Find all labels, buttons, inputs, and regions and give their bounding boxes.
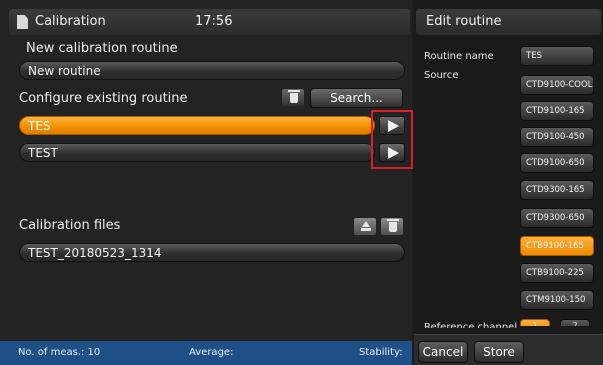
panel-title: Calibration — [35, 14, 106, 29]
source-option[interactable]: CTD9100-165 — [520, 101, 594, 121]
routine-name-field[interactable]: TES — [520, 46, 594, 66]
action-bar: 1 2 Cancel Store — [414, 319, 603, 365]
meas-count: No. of meas.: 10 — [18, 347, 101, 358]
edit-routine-panel: Edit routine Routine name TES Source CTD… — [414, 0, 603, 365]
source-option[interactable]: CTD9300-165 — [520, 180, 594, 200]
clock-time: 17:56 — [195, 14, 233, 29]
source-option[interactable]: CTD9100-650 — [520, 153, 594, 173]
stability-readout: Stability: — [359, 347, 403, 358]
routine-item-test[interactable]: TEST — [19, 143, 375, 162]
cancel-button[interactable]: Cancel — [418, 341, 468, 363]
new-routine-input[interactable]: New routine — [19, 61, 405, 80]
source-option-selected[interactable]: CTB9100-165 — [520, 236, 594, 256]
calibration-file-item[interactable]: TEST_20180523_1314 — [19, 243, 405, 262]
source-option[interactable]: CTD9100-COOL — [520, 75, 594, 95]
source-option[interactable]: CTD9100-450 — [520, 127, 594, 147]
upload-file-button[interactable] — [353, 217, 377, 236]
trash-icon — [288, 90, 300, 103]
delete-file-button[interactable] — [380, 217, 404, 236]
search-button[interactable]: Search... — [310, 88, 403, 108]
source-option[interactable]: CTB9100-225 — [520, 263, 594, 283]
status-bar: No. of meas.: 10 Average: Stability: — [0, 341, 412, 365]
source-option[interactable]: CTD9300-650 — [520, 208, 594, 228]
trash-icon — [387, 219, 399, 232]
average-readout: Average: — [189, 347, 234, 358]
delete-routine-button[interactable] — [281, 88, 305, 107]
store-button[interactable]: Store — [474, 341, 524, 363]
calibration-files-label: Calibration files — [19, 218, 121, 233]
highlight-box — [371, 110, 413, 169]
source-option[interactable]: CTM9100-150 — [520, 290, 594, 310]
document-icon — [17, 15, 28, 29]
reference-channel-label: Reference channel — [424, 322, 518, 333]
routine-name-label: Routine name — [424, 51, 494, 62]
upload-icon — [361, 221, 371, 231]
calibration-header: Calibration 17:56 — [9, 9, 410, 35]
new-routine-label: New calibration routine — [26, 41, 178, 56]
routine-item-tes[interactable]: TES — [19, 116, 375, 135]
configure-existing-label: Configure existing routine — [19, 91, 188, 106]
source-label: Source — [424, 70, 459, 81]
calibration-panel: Calibration 17:56 New calibration routin… — [0, 0, 413, 365]
edit-routine-header: Edit routine — [416, 9, 601, 35]
